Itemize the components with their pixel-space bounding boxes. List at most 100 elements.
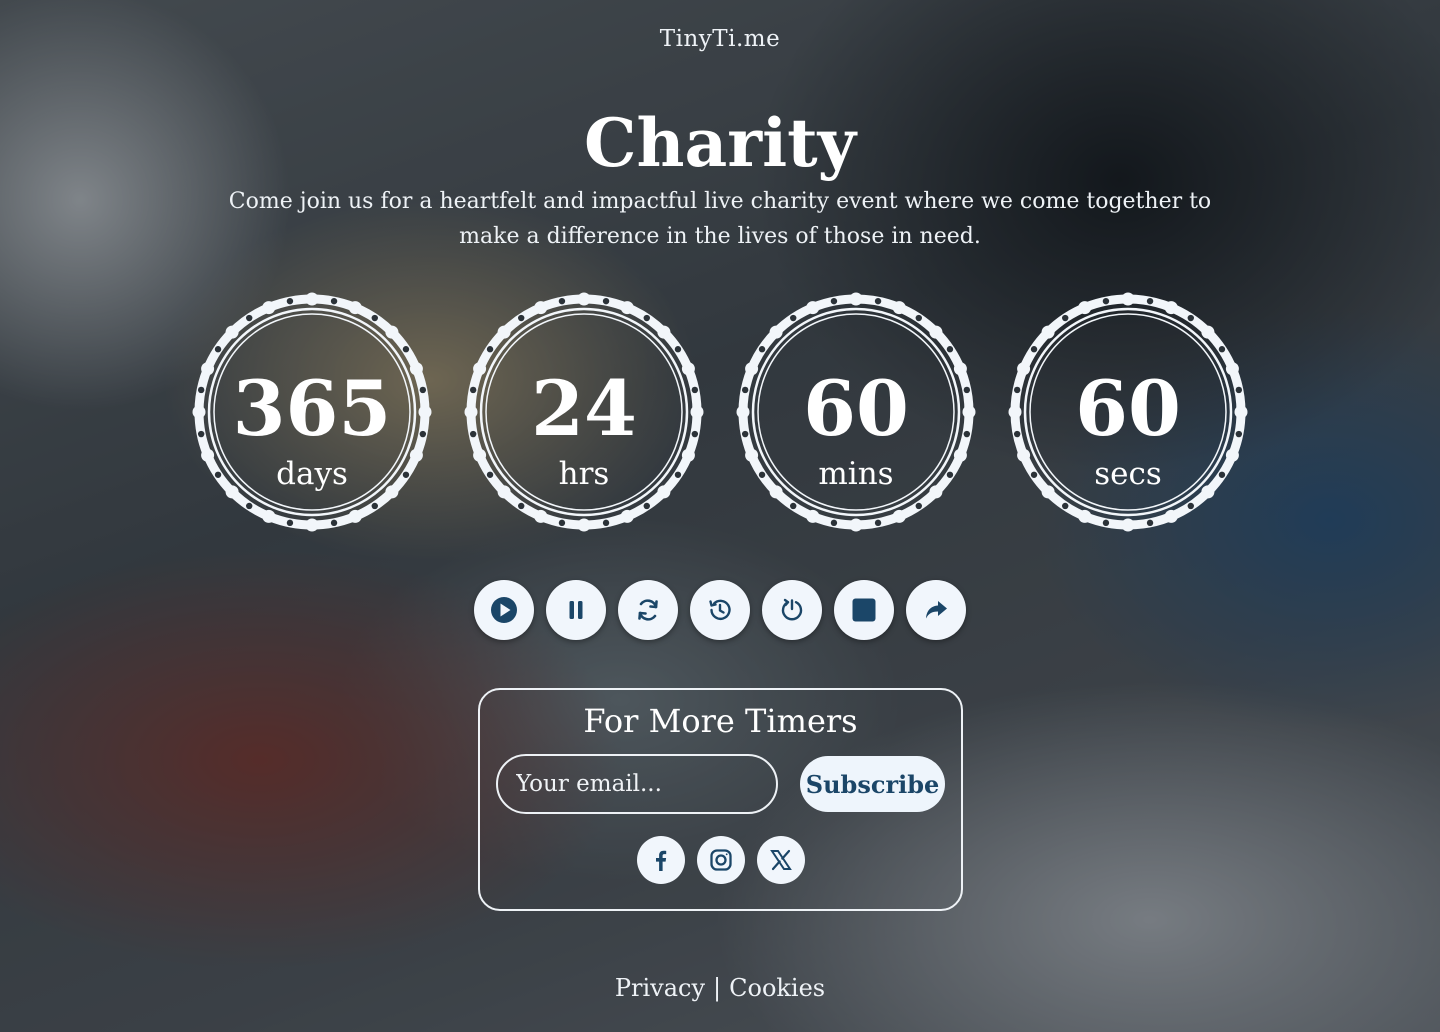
dial-notch [1121,518,1135,532]
dial-notch [892,509,906,523]
dial-notch [806,509,820,523]
dial-gap [674,346,682,353]
dial-gap [1062,502,1069,510]
dial-gap [486,346,494,353]
dial-notch [385,325,399,339]
history-icon [709,599,731,620]
dial-notch [769,325,783,339]
dial-gap [330,519,338,527]
facebook-link[interactable] [637,836,685,884]
dial-gap [330,297,338,305]
cookies-link[interactable]: Cookies [729,974,825,1002]
dial-gap [246,502,253,510]
timer-days: 365 days [192,292,432,532]
x-icon [770,849,792,871]
dial-notch [262,301,276,315]
timer-value: 60 [803,364,909,453]
timer-hours: 24 hrs [464,292,704,532]
dial-gap [643,502,650,510]
stop-icon [852,598,876,622]
x-link[interactable] [757,836,805,884]
dial-gap [1146,519,1154,527]
dial-gap [1062,314,1069,322]
instagram-icon [710,849,732,871]
timer-value: 60 [1075,364,1181,453]
dial-gap [371,314,378,322]
share-icon [926,601,947,619]
dial-notch [497,325,511,339]
dial-gap [830,519,838,527]
dial-notch [1164,301,1178,315]
dial-gap [518,314,525,322]
dial-gap [874,519,882,527]
dial-gap [371,502,378,510]
dial-gap [558,519,566,527]
dial-gap [1146,297,1154,305]
history-button[interactable] [690,580,750,640]
restart-button[interactable] [762,580,822,640]
pause-button[interactable] [546,580,606,640]
dial-notch [929,325,943,339]
dial-gap [402,346,410,353]
dial-notch [1164,509,1178,523]
dial-notch [577,292,591,306]
email-field[interactable] [496,754,778,814]
dial-notch [657,325,671,339]
subscribe-title: For More Timers [583,702,858,740]
dial-gap [790,314,797,322]
share-button[interactable] [906,580,966,640]
dial-gap [790,502,797,510]
dial-gap [286,519,294,527]
play-button[interactable] [474,580,534,640]
dial-notch [849,518,863,532]
dial-gap [1102,519,1110,527]
pause-icon [569,601,583,619]
restart-icon [781,598,803,621]
dial-gap [1218,346,1226,353]
dial-gap [246,314,253,322]
stop-button[interactable] [834,580,894,640]
timer-unit: mins [818,456,894,492]
footer-separator: | [713,974,722,1002]
dial-notch [348,301,362,315]
brand-logo[interactable]: TinyTi.me [0,26,1440,52]
dial-notch [1078,509,1092,523]
dial-gap [915,502,922,510]
timer-value: 365 [232,364,392,453]
dial-notch [577,518,591,532]
countdown: 365 days 24 hrs 60 mins 60 secs [192,292,1248,532]
refresh-button[interactable] [618,580,678,640]
dial-notch [534,301,548,315]
instagram-link[interactable] [697,836,745,884]
dial-gap [286,297,294,305]
facebook-icon [656,850,667,871]
timer-unit: days [276,456,348,492]
dial-gap [214,346,222,353]
timer-minutes: 60 mins [736,292,976,532]
dial-notch [892,301,906,315]
dial-notch [262,509,276,523]
dial-notch [305,518,319,532]
dial-notch [348,509,362,523]
timer-unit: secs [1094,456,1162,492]
page-title: Charity [584,104,856,182]
timer-value: 24 [531,364,637,453]
dial-notch [1041,325,1055,339]
timer-seconds: 60 secs [1008,292,1248,532]
dial-gap [602,297,610,305]
dial-notch [534,509,548,523]
dial-gap [643,314,650,322]
dial-gap [1187,502,1194,510]
dial-notch [849,292,863,306]
subscribe-panel: For More Timers Subscribe [478,688,963,911]
subscribe-button[interactable]: Subscribe [800,756,945,812]
dial-gap [1030,346,1038,353]
dial-gap [1187,314,1194,322]
privacy-link[interactable]: Privacy [615,974,705,1002]
dial-notch [305,292,319,306]
dial-gap [1102,297,1110,305]
timer-unit: hrs [558,456,610,492]
dial-gap [602,519,610,527]
dial-gap [518,502,525,510]
dial-notch [225,325,239,339]
